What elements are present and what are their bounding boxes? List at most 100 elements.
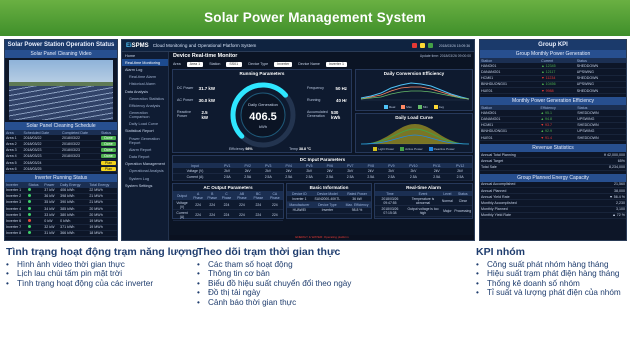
table-row: Current (A) 2.5A 2.5A 2.5A 2.5A 2.5A 2.5A 2.5A 2… <box>173 173 472 181</box>
basic-info-value: HUAWEI <box>287 207 312 214</box>
station-status-description: Tình trạng hoạt động trạm năng lượng Hìn… <box>6 246 202 288</box>
table-cell[interactable]: Clear <box>453 196 472 207</box>
sidebar-item-historical-alarm[interactable]: Historical Alarm <box>122 81 168 88</box>
basic-info-card: Basic Information Device ID Device Model R… <box>286 183 372 219</box>
monthly-generation-table: Station Current Status HANOI01 ▲ 12345 SHEDD… <box>480 58 626 95</box>
ac-output-card: AC Output Parameters Output A Phase B Phas… <box>172 183 284 221</box>
table-cell: Inverter 8 <box>5 230 28 238</box>
sidebar-item-home[interactable]: Home <box>122 52 168 59</box>
basic-info-value: 98.8 % <box>343 207 371 214</box>
ac-header-cell: BC Phase <box>250 191 267 201</box>
table-cell[interactable]: Processing <box>453 205 472 217</box>
group-kpi-description: KPI nhóm Công suất phát nhóm hàng thángH… <box>476 246 626 298</box>
table-cell: 2.5A <box>299 173 320 181</box>
sidebar-item-power-generation-report[interactable]: Power Generation Report <box>122 135 168 146</box>
table-cell: 2018/03/26 09:47:55 <box>375 196 405 207</box>
revenue-table: Annual Total Planning ¥ 42,000,000 Annual … <box>480 152 626 171</box>
device-name-select[interactable]: Inverter 1 <box>325 61 348 67</box>
sidebar-item-alarm-log[interactable]: Alarm Log <box>122 66 168 73</box>
table-row: Current (A) 224 224 224 224 224 224 <box>173 209 283 221</box>
legend-item: Min <box>417 105 428 109</box>
solar-panel-rows <box>9 86 113 120</box>
accumulated-generation-row: Accumulated Generation 530 kWh <box>307 110 341 120</box>
monitor-content: Device Real-time Monitor Update time: 20… <box>170 52 474 240</box>
cleaning-schedule-table: Area Scheduled Date Completed Date Status A… <box>5 130 117 173</box>
title-bar: Solar Power Management System <box>0 0 630 36</box>
station-select[interactable]: SS01 <box>226 61 243 67</box>
sidebar-item-system-settings[interactable]: System Settings <box>122 182 168 189</box>
device-name-label: Device Name <box>298 62 320 66</box>
notification-icon[interactable] <box>419 43 425 48</box>
table-row: Monthly Yield Rate ▲ 72 % <box>480 212 626 219</box>
sidebar-item-real-time-monitoring[interactable]: Real-time Monitoring <box>122 59 168 67</box>
table-cell: Temperature is abnormal <box>404 196 442 207</box>
table-cell: 224 <box>205 200 220 211</box>
ac-header-cell: CA Phase <box>266 191 283 201</box>
area-label: Area <box>173 62 181 66</box>
table-cell: 224 <box>191 200 206 211</box>
alarm-icon[interactable] <box>411 43 417 48</box>
load-area-light <box>361 124 469 144</box>
slide: Solar Power Management System Solar Powe… <box>0 0 630 351</box>
table-cell: 224 <box>205 209 220 221</box>
sidebar-item-data-report[interactable]: Data Report <box>122 153 168 160</box>
status-badge: Plan <box>100 166 116 171</box>
sidebar-item-generation-comparison[interactable]: Generation Comparison <box>122 110 168 121</box>
running-parameters-title: Running Parameters <box>239 71 285 76</box>
sidebar-item-daily-load-curve[interactable]: Daily Load Curve <box>122 121 168 128</box>
table-cell: 2.5A <box>340 173 361 181</box>
table-cell: HUE01 <box>480 134 540 142</box>
device-type-select[interactable]: Inverter <box>274 61 293 67</box>
col3-list: Công suất phát nhóm hàng thángHiệu suất … <box>476 260 626 298</box>
capacity-title: Group Planned Energy Capacity <box>480 173 626 182</box>
group-kpi-panel: Group KPI Group Monthly Power Generation… <box>479 39 627 241</box>
table-cell: Plan <box>99 165 117 173</box>
table-cell: Normal <box>441 196 454 207</box>
col1-list: Hình ảnh video thời gian thựcLịch lau ch… <box>6 260 202 289</box>
alarm-status-badge: Clear <box>458 198 467 203</box>
table-cell: 2.5A <box>237 173 258 181</box>
table-cell: 2.5A <box>425 173 449 181</box>
sidebar-item-generation-statistics[interactable]: Generation Statistics <box>122 95 168 102</box>
efficiency-readout: Efficiency 98% <box>229 147 253 151</box>
status-badge: Done <box>100 141 116 146</box>
table-cell: 18 MWh <box>88 230 117 238</box>
table-cell: 8,234,000 <box>569 164 626 171</box>
sidebar-item-real-time-alarm[interactable]: Real-time Alarm <box>122 74 168 81</box>
status-badge: Done <box>100 148 116 153</box>
area-select[interactable]: Area 1 <box>186 61 204 67</box>
bullet-item: Thống kê doanh số nhóm <box>476 279 626 289</box>
ac-output-table: Output A Phase B Phase C Phase AB Phase BC Ph… <box>173 191 283 221</box>
left-params: DC Power 31.7 kW AC Power 30.0 kW Reactive… <box>175 86 217 120</box>
table-cell: 2018/03/26 07:15:38 <box>375 205 405 217</box>
col2-list: Các tham số hoạt độngThông tin cơ bảnBiể… <box>197 260 437 308</box>
table-row: Area 6 2018/03/25 Plan <box>5 165 117 173</box>
table-cell: 2.5A <box>448 173 472 181</box>
realtime-alarm-table: Time Event Level Status 2018/03/26 09:47:55… <box>375 191 472 217</box>
table-cell: 224 <box>219 200 234 211</box>
table-row: 2018/03/26 09:47:55 Temperature is abnorm… <box>375 196 472 207</box>
sidebar-item-operation-management[interactable]: Operation Management <box>122 161 168 168</box>
basic-info-header: Manufacturer <box>287 201 312 208</box>
dc-input-card: DC Input Parameters Input PV1 PV2 PV3 PV4 PV5… <box>172 155 473 181</box>
table-cell: 2.5A <box>401 173 426 181</box>
sidebar-item-statistical-report[interactable]: Statistical Report <box>122 128 168 135</box>
user-icon[interactable] <box>427 43 433 48</box>
load-curve-card: Daily Load Curve Light Power Active Power… <box>355 113 473 153</box>
monthly-efficiency-table: Station Efficiency Status HANOI01 ▲ 95.1 SHE… <box>480 105 626 142</box>
legend-item: Max <box>401 105 412 109</box>
table-row: 2018/03/26 07:15:38 Output voltage is too… <box>375 205 472 217</box>
sidebar-item-system-log[interactable]: System Log <box>122 175 168 182</box>
sidebar-item-efficiency-analysis[interactable]: Efficiency Analysis <box>122 102 168 109</box>
bullet-item: Lịch lau chùi tấm pin mặt trời <box>6 269 202 279</box>
table-row: HUE01 ▼ 91.4 SHEDDOWN <box>480 134 626 142</box>
sidebar-item-operational-analysis[interactable]: Operational Analysis <box>122 168 168 175</box>
sidebar-item-alarm-report[interactable]: Alarm Report <box>122 146 168 153</box>
capacity-table: Annual Accomplished 21,560 Annual Planned 3… <box>480 181 626 219</box>
basic-info-table: Device ID Device Model Rated Power Inverte… <box>287 191 371 214</box>
sidebar-item-data-analysis[interactable]: Data Analysis <box>122 88 168 95</box>
bullet-item: Biểu đồ hiệu suất chuyển đổi theo ngày <box>197 279 437 289</box>
table-row: HUE01 ▼ 9988 SHEDDOWN <box>480 87 626 95</box>
cleaning-video[interactable] <box>9 60 113 120</box>
temperature-readout: Temp 38.8 °C <box>289 147 311 151</box>
